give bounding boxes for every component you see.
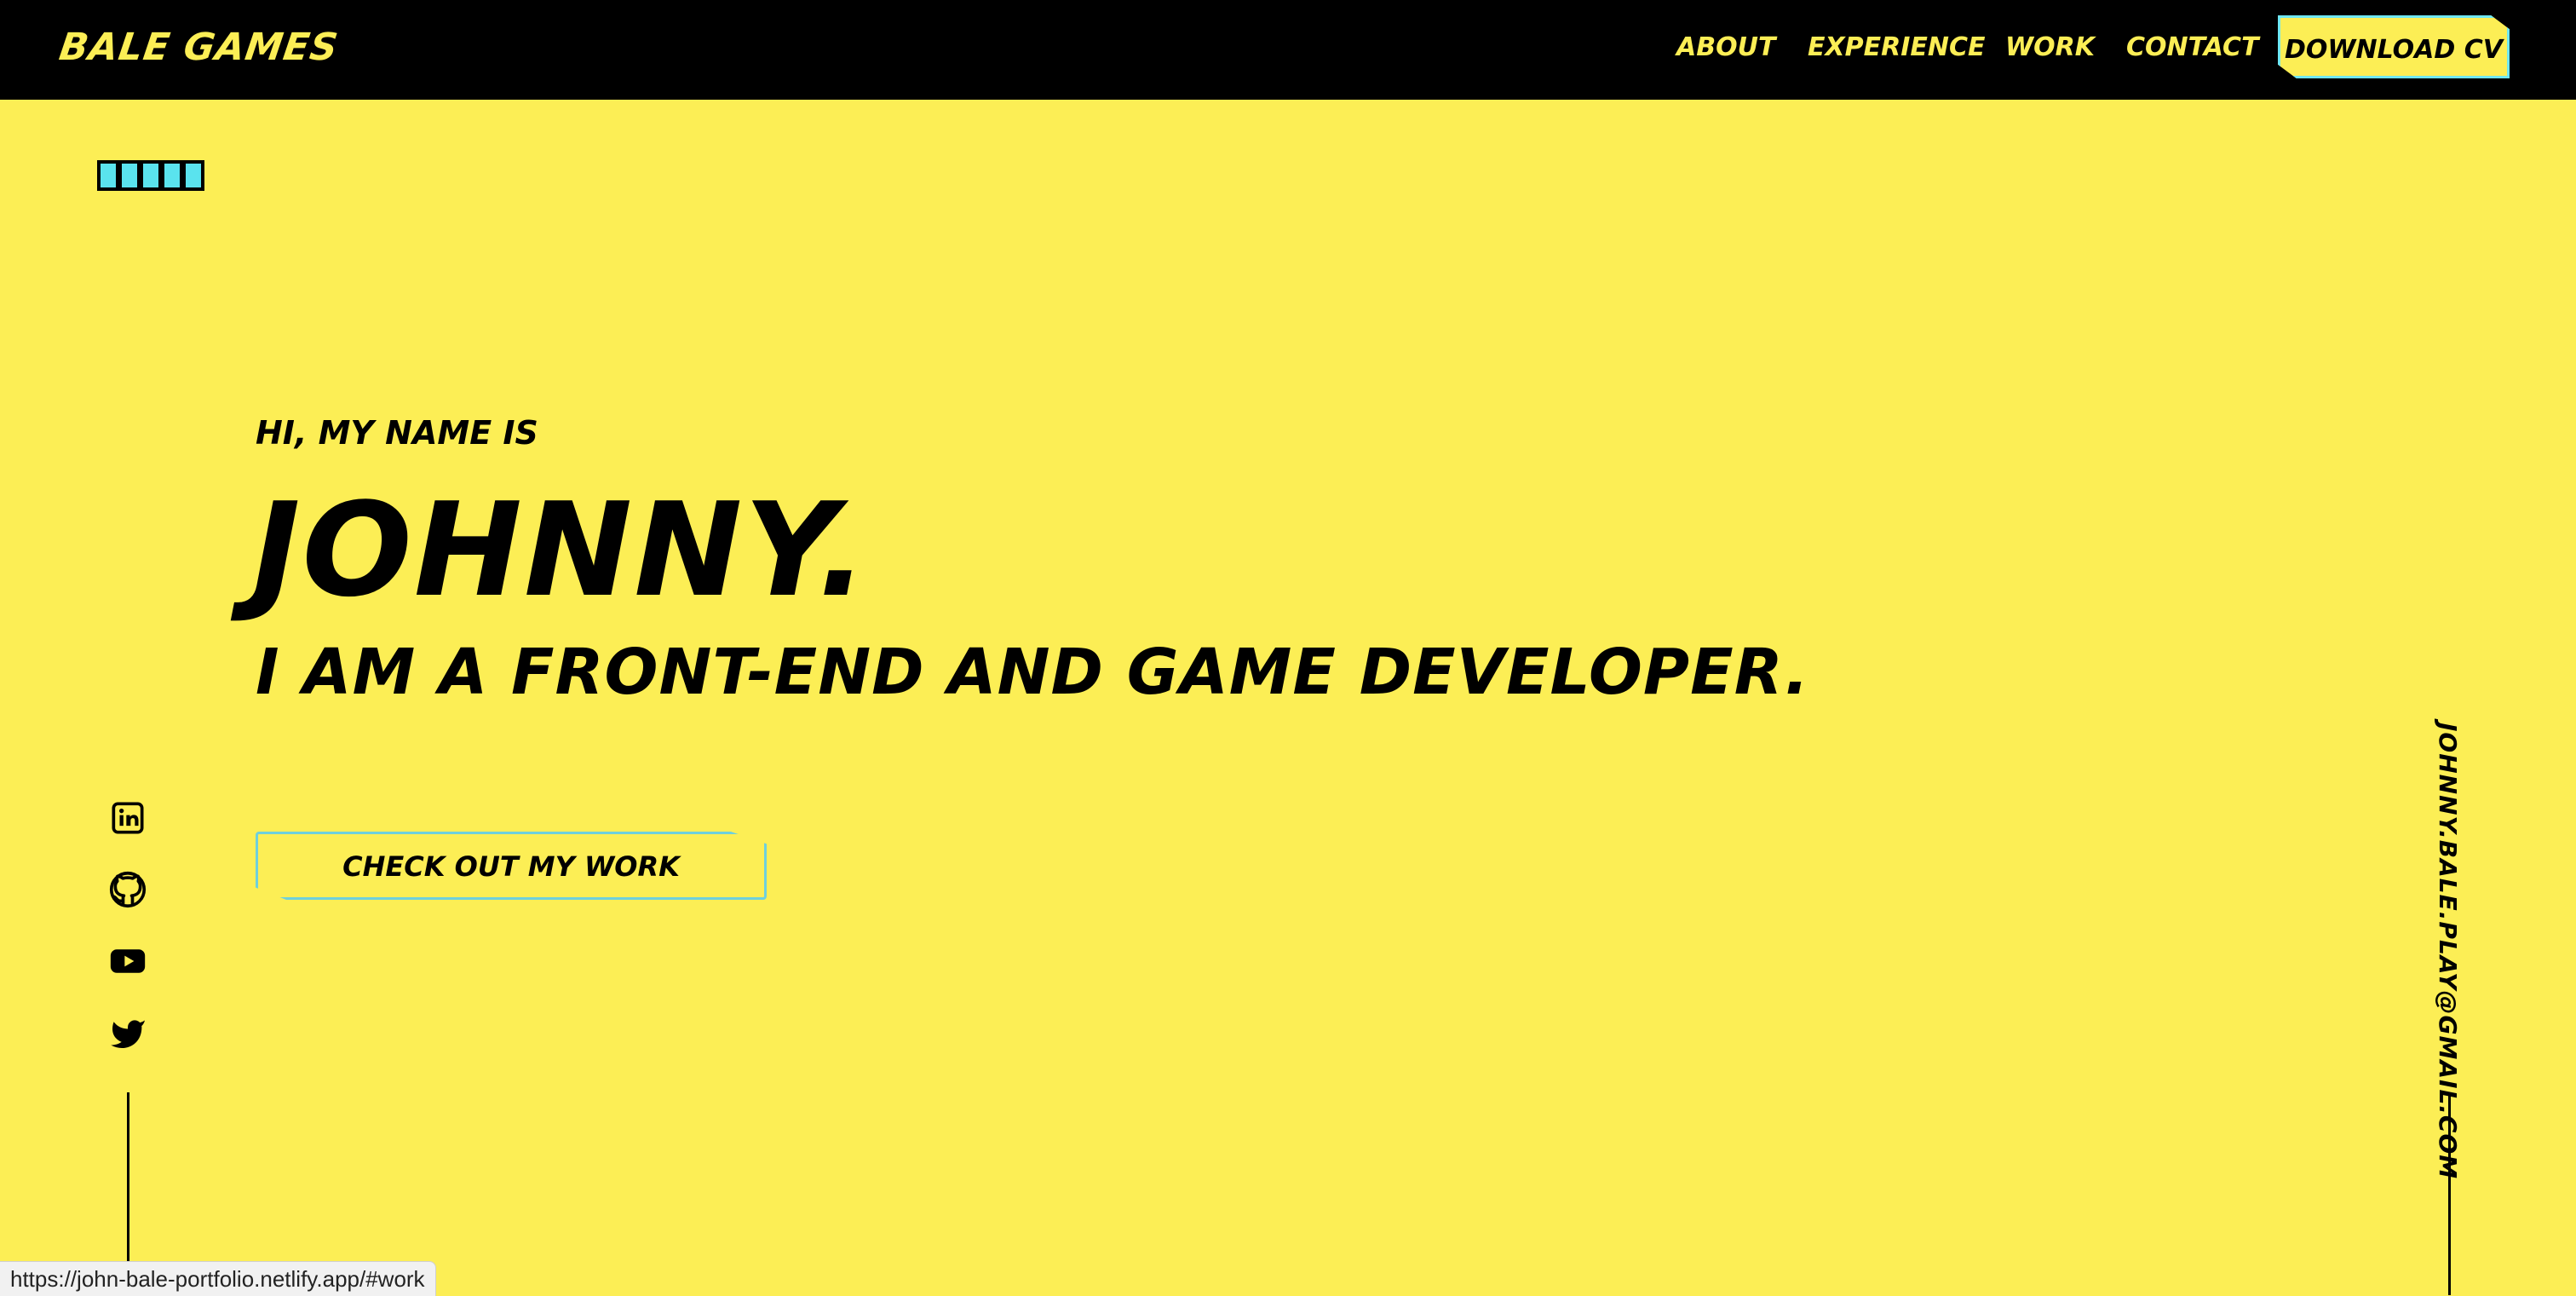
- twitter-icon[interactable]: [107, 1012, 148, 1053]
- download-cv-button[interactable]: DOWNLOAD CV: [2278, 15, 2510, 78]
- loader-square: [161, 160, 183, 191]
- check-out-work-label: CHECK OUT MY WORK: [342, 850, 680, 883]
- nav-experience-link[interactable]: EXPERIENCE: [1808, 32, 1985, 62]
- nav-contact-link[interactable]: CONTACT: [2126, 32, 2259, 62]
- right-vertical-line: [2448, 1092, 2451, 1295]
- loader-square: [182, 160, 204, 191]
- loader-square: [140, 160, 162, 191]
- site-logo[interactable]: BALE GAMES: [56, 26, 341, 69]
- nav-about-link[interactable]: ABOUT: [1676, 32, 1775, 62]
- nav-work-link[interactable]: WORK: [2005, 32, 2095, 62]
- email-vertical[interactable]: JOHNNY.BALE.PLAY@GMAIL.COM: [2429, 723, 2464, 1179]
- check-out-work-button[interactable]: CHECK OUT MY WORK: [256, 832, 767, 900]
- loader-square: [118, 160, 141, 191]
- download-cv-label: DOWNLOAD CV: [2285, 35, 2503, 65]
- youtube-icon[interactable]: [107, 941, 148, 982]
- loader-squares: [97, 160, 204, 193]
- loader-square: [97, 160, 119, 191]
- hero-greeting: HI, MY NAME IS: [256, 414, 538, 452]
- hero-role: I AM A FRONT-END AND GAME DEVELOPER.: [256, 636, 1810, 709]
- linkedin-icon[interactable]: [107, 798, 148, 838]
- hero-name: JOHNNY.: [252, 475, 870, 625]
- github-icon[interactable]: [107, 869, 148, 910]
- browser-status-bar: https://john-bale-portfolio.netlify.app/…: [0, 1261, 436, 1296]
